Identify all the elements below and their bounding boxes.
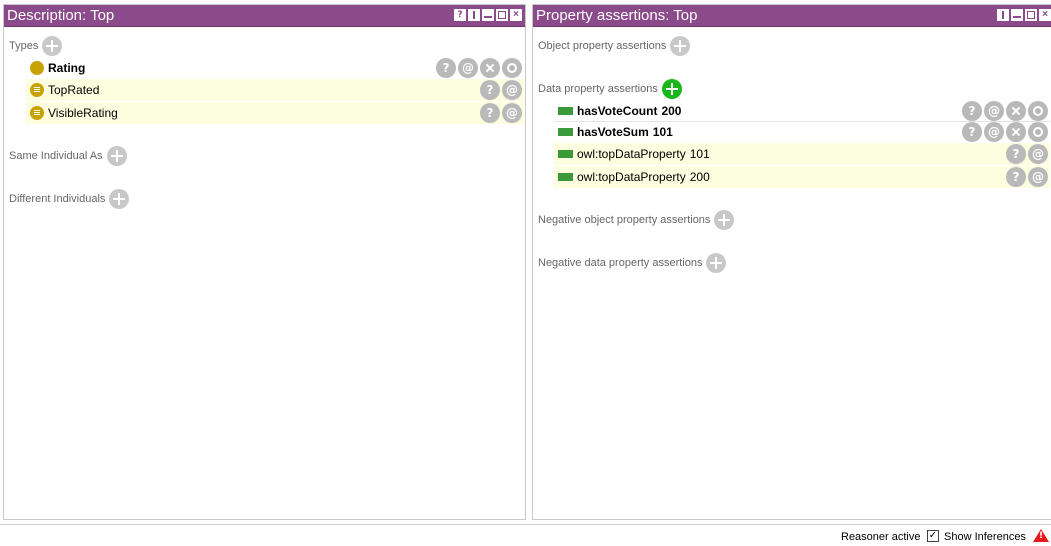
show-inferences-label: Show Inferences	[944, 531, 1026, 543]
window-controls: ×	[997, 9, 1051, 21]
row-actions: ? @	[1006, 144, 1048, 164]
close-icon[interactable]: ×	[1039, 9, 1051, 21]
data-property-section: Data property assertions	[538, 79, 682, 99]
property-assertions-titlebar: Property assertions: Top ×	[533, 5, 1051, 27]
property-name: hasVoteCount	[577, 103, 658, 118]
help-icon[interactable]: ?	[454, 9, 466, 21]
property-name: owl:topDataProperty	[577, 170, 686, 184]
negative-data-property-section: Negative data property assertions	[538, 253, 727, 273]
type-row-toprated[interactable]: TopRated ? @	[26, 79, 524, 101]
description-panel: Description: Top ? × Types Rating ? @ To…	[3, 4, 526, 520]
different-individuals-section: Different Individuals	[9, 189, 130, 209]
delete-button[interactable]	[1006, 122, 1026, 142]
data-assertion-row[interactable]: hasVoteCount 200 ? @	[554, 100, 1050, 122]
explain-button[interactable]: ?	[1006, 144, 1026, 164]
close-icon[interactable]: ×	[510, 9, 522, 21]
type-label: VisibleRating	[48, 106, 118, 120]
same-individual-label: Same Individual As	[9, 150, 103, 162]
type-label: Rating	[48, 61, 86, 75]
split-view-icon[interactable]	[468, 9, 480, 21]
class-icon	[30, 61, 44, 75]
edit-button[interactable]	[1028, 101, 1048, 121]
explain-button[interactable]: ?	[962, 122, 982, 142]
edit-button[interactable]	[502, 58, 522, 78]
annotate-button[interactable]: @	[1028, 144, 1048, 164]
add-different-individual-button[interactable]	[109, 189, 130, 209]
type-row-visiblerating[interactable]: VisibleRating ? @	[26, 102, 524, 124]
add-object-property-button[interactable]	[670, 36, 691, 56]
data-assertion-row[interactable]: hasVoteSum 101 ? @	[554, 121, 1050, 143]
annotate-button[interactable]: @	[502, 80, 522, 100]
add-data-property-button[interactable]	[661, 79, 682, 99]
type-label: TopRated	[48, 83, 100, 97]
row-actions: ? @	[480, 80, 522, 100]
data-property-label: Data property assertions	[538, 83, 658, 95]
property-name: owl:topDataProperty	[577, 147, 686, 161]
add-negative-data-property-button[interactable]	[706, 253, 727, 273]
annotate-button[interactable]: @	[984, 101, 1004, 121]
split-view-icon[interactable]	[997, 9, 1009, 21]
types-label: Types	[9, 40, 39, 52]
explain-button[interactable]: ?	[962, 101, 982, 121]
property-assertions-panel: Property assertions: Top × Object proper…	[532, 4, 1051, 520]
maximize-icon[interactable]	[496, 9, 508, 21]
minimize-icon[interactable]	[1011, 9, 1023, 21]
property-value: 101	[652, 125, 673, 139]
data-property-icon	[558, 106, 573, 115]
object-property-label: Object property assertions	[538, 40, 667, 52]
status-bar: Reasoner active ✓ Show Inferences !	[0, 524, 1051, 546]
row-actions: ? @	[1006, 167, 1048, 187]
negative-object-property-label: Negative object property assertions	[538, 214, 711, 226]
object-property-section: Object property assertions	[538, 36, 691, 56]
property-assertions-title: Property assertions: Top	[536, 7, 698, 24]
data-property-icon	[558, 128, 573, 136]
explain-button[interactable]: ?	[436, 58, 456, 78]
minimize-icon[interactable]	[482, 9, 494, 21]
property-name: hasVoteSum	[577, 125, 649, 139]
description-title: Description: Top	[7, 7, 115, 24]
property-value: 200	[661, 103, 682, 118]
negative-data-property-label: Negative data property assertions	[538, 257, 703, 269]
add-type-button[interactable]	[42, 36, 63, 56]
delete-button[interactable]	[1006, 101, 1026, 121]
defined-class-icon	[30, 106, 44, 120]
different-individuals-label: Different Individuals	[9, 193, 106, 205]
property-value: 101	[689, 147, 710, 161]
row-actions: ? @	[962, 101, 1048, 121]
add-negative-object-property-button[interactable]	[714, 210, 735, 230]
show-inferences-checkbox[interactable]: ✓	[927, 530, 939, 542]
data-property-icon	[558, 173, 573, 181]
types-section: Types	[9, 36, 63, 56]
description-titlebar: Description: Top ? ×	[4, 5, 525, 27]
explain-button[interactable]: ?	[1006, 167, 1026, 187]
property-value: 200	[689, 170, 710, 184]
annotate-button[interactable]: @	[502, 103, 522, 123]
annotate-button[interactable]: @	[1028, 167, 1048, 187]
inferred-data-assertion-row[interactable]: owl:topDataProperty 200 ? @	[554, 166, 1050, 188]
edit-button[interactable]	[1028, 122, 1048, 142]
explain-button[interactable]: ?	[480, 80, 500, 100]
add-same-individual-button[interactable]	[106, 146, 127, 166]
reasoner-status: Reasoner active	[841, 531, 921, 543]
data-property-icon	[558, 150, 573, 158]
annotate-button[interactable]: @	[458, 58, 478, 78]
maximize-icon[interactable]	[1025, 9, 1037, 21]
type-row-rating[interactable]: Rating ? @	[26, 57, 524, 79]
negative-object-property-section: Negative object property assertions	[538, 210, 735, 230]
annotate-button[interactable]: @	[984, 122, 1004, 142]
inferred-data-assertion-row[interactable]: owl:topDataProperty 101 ? @	[554, 143, 1050, 165]
row-actions: ? @	[436, 58, 522, 78]
same-individual-section: Same Individual As	[9, 146, 127, 166]
row-actions: ? @	[480, 103, 522, 123]
delete-button[interactable]	[480, 58, 500, 78]
window-controls: ? ×	[454, 9, 522, 21]
defined-class-icon	[30, 83, 44, 97]
explain-button[interactable]: ?	[480, 103, 500, 123]
row-actions: ? @	[962, 122, 1048, 142]
warning-icon[interactable]: !	[1033, 529, 1049, 542]
